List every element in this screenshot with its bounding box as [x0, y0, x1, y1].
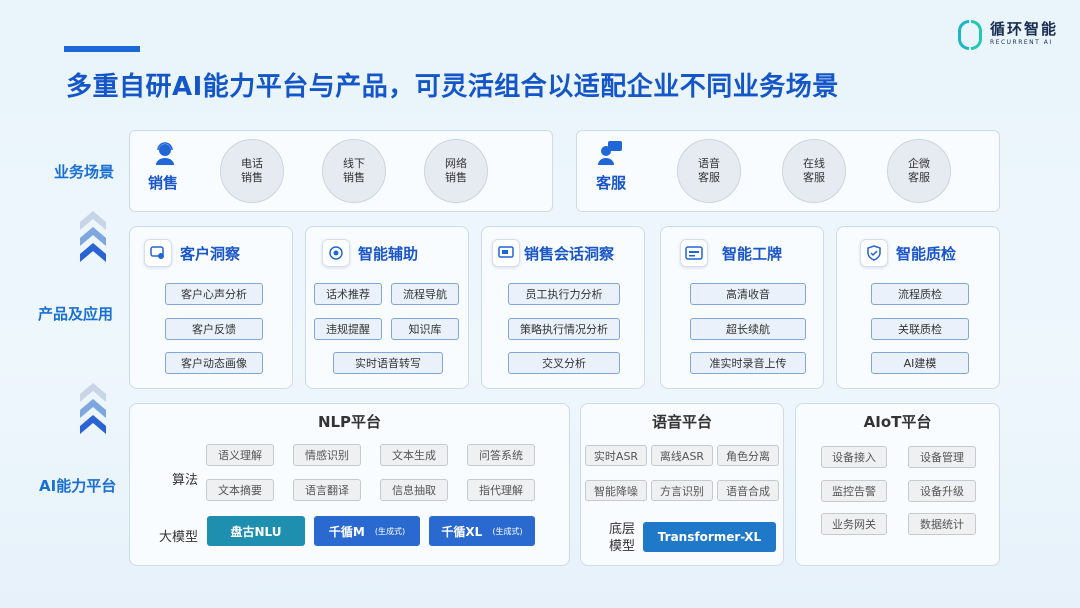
model-qianxun-xl: 千循XL (生成式): [429, 516, 535, 546]
product-tag: AI建模: [871, 352, 969, 374]
scene-sales-label: 销售: [148, 174, 179, 192]
algo-tag: 问答系统: [467, 444, 535, 466]
product-tag: 违规提醒: [314, 318, 382, 340]
model-transformer-xl: Transformer-XL: [643, 522, 776, 552]
product-header: 客户洞察: [144, 239, 240, 267]
algo-tag: 文本摘要: [206, 479, 274, 501]
product-tag: 实时语音转写: [333, 352, 443, 374]
up-chevrons-icon: [80, 211, 106, 262]
speech-tag: 语音合成: [717, 480, 779, 501]
aiot-tag: 数据统计: [908, 513, 976, 535]
product-title: 销售会话洞察: [524, 244, 615, 263]
aiot-tag: 监控告警: [821, 480, 887, 502]
algo-tag: 信息抽取: [380, 479, 448, 501]
product-title: 客户洞察: [180, 244, 241, 263]
aiot-tag: 设备升级: [908, 480, 976, 502]
model-qianxun-m: 千循M (生成式): [314, 516, 420, 546]
product-tag: 员工执行力分析: [508, 283, 620, 305]
row-label-scenes: 业务场景: [54, 163, 115, 181]
product-header: 智能质检: [860, 239, 956, 267]
product-header: 智能工牌: [680, 239, 782, 267]
algo-tag: 情感识别: [293, 444, 361, 466]
algo-tag: 指代理解: [467, 479, 535, 501]
badge-card-icon: [680, 239, 708, 267]
model-label: 大模型: [159, 530, 199, 545]
speech-platform-title: 语音平台: [651, 413, 712, 431]
scene-item: 网络 销售: [424, 139, 488, 203]
headset-person-icon: [156, 142, 174, 165]
scene-service-group: [598, 141, 628, 169]
speech-tag: 角色分离: [717, 445, 779, 466]
scene-item: 在线 客服: [782, 139, 846, 203]
product-title: 智能辅助: [358, 244, 419, 263]
up-chevrons-icon: [80, 383, 106, 434]
algo-tag: 语义理解: [206, 444, 274, 466]
assistant-icon: [322, 239, 350, 267]
scene-item: 电话 销售: [220, 139, 284, 203]
shield-check-icon: [860, 239, 888, 267]
support-agent-icon: [598, 141, 622, 165]
scene-sales-group: [150, 141, 180, 169]
product-tag: 关联质检: [871, 318, 969, 340]
title-accent-bar: [64, 46, 140, 52]
chat-analysis-icon: [144, 239, 172, 267]
speech-tag: 离线ASR: [651, 445, 713, 466]
scene-item: 语音 客服: [677, 139, 741, 203]
product-tag: 准实时录音上传: [690, 352, 806, 374]
algo-tag: 语言翻译: [293, 479, 361, 501]
product-header: 销售会话洞察: [492, 239, 614, 267]
product-tag: 知识库: [391, 318, 459, 340]
page-title: 多重自研AI能力平台与产品，可灵活组合以适配企业不同业务场景: [66, 72, 839, 102]
aiot-tag: 设备接入: [821, 446, 887, 468]
speech-tag: 方言识别: [651, 480, 713, 501]
product-tag: 超长续航: [690, 318, 806, 340]
scene-item: 线下 销售: [322, 139, 386, 203]
speech-tag: 智能降噪: [585, 480, 647, 501]
product-tag: 流程质检: [871, 283, 969, 305]
product-header: 智能辅助: [322, 239, 418, 267]
logo-mark-icon: [956, 18, 984, 50]
aiot-platform-title: AIoT平台: [863, 413, 932, 431]
product-tag: 交叉分析: [508, 352, 620, 374]
aiot-tag: 设备管理: [908, 446, 976, 468]
product-tag: 客户心声分析: [165, 283, 263, 305]
product-tag: 话术推荐: [314, 283, 382, 305]
base-model-label: 底层 模型: [609, 522, 636, 554]
product-tag: 流程导航: [391, 283, 459, 305]
speech-tag: 实时ASR: [585, 445, 647, 466]
model-pangu-nlu: 盘古NLU: [207, 516, 305, 546]
product-tag: 客户反馈: [165, 318, 263, 340]
algo-tag: 文本生成: [380, 444, 448, 466]
brand-logo: 循环智能 RECURRENT AI: [956, 18, 1058, 50]
conversation-screen-icon: [492, 239, 520, 267]
nlp-platform-title: NLP平台: [317, 413, 382, 431]
scene-service-label: 客服: [596, 174, 627, 192]
algo-label: 算法: [172, 473, 199, 488]
logo-subname: RECURRENT AI: [989, 39, 1053, 46]
product-tag: 客户动态画像: [165, 352, 263, 374]
row-label-platform: AI能力平台: [39, 477, 117, 495]
scene-item: 企微 客服: [887, 139, 951, 203]
aiot-tag: 业务网关: [821, 513, 887, 535]
logo-name: 循环智能: [989, 20, 1058, 38]
product-tag: 策略执行情况分析: [508, 318, 620, 340]
product-tag: 高清收音: [690, 283, 806, 305]
product-title: 智能质检: [896, 244, 957, 263]
product-title: 智能工牌: [722, 244, 783, 263]
row-label-products: 产品及应用: [38, 305, 114, 323]
